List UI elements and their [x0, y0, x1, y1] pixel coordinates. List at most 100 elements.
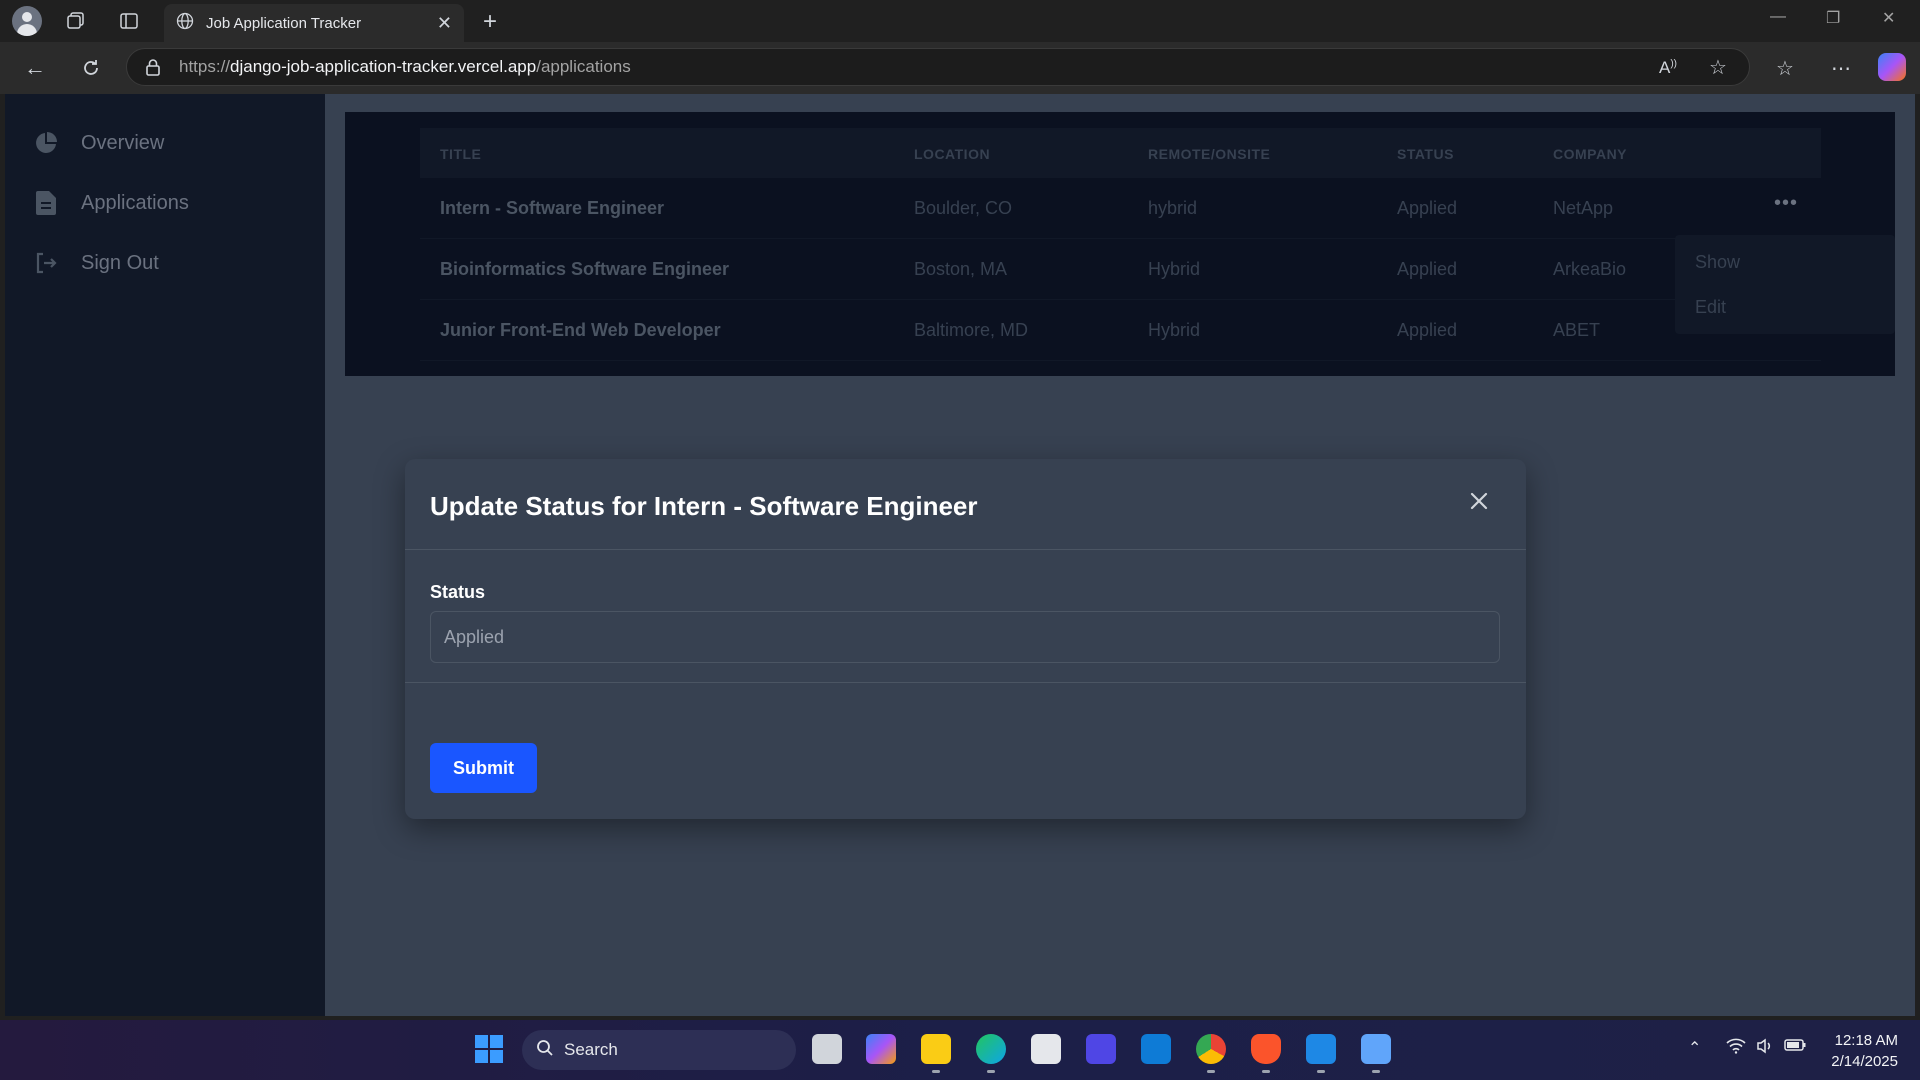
running-indicator: [1207, 1070, 1215, 1073]
url-text: https://django-job-application-tracker.v…: [179, 57, 631, 76]
chrome-icon[interactable]: [1196, 1034, 1226, 1064]
refresh-icon[interactable]: [78, 55, 104, 81]
running-indicator: [1372, 1070, 1380, 1073]
cell-company: ABET: [1553, 320, 1601, 340]
cell-company: NetApp: [1553, 198, 1614, 218]
running-indicator: [932, 1070, 940, 1073]
favorites-icon[interactable]: ☆: [1772, 55, 1798, 81]
cell-title: Junior Front-End Web Developer: [440, 320, 721, 340]
app-icon[interactable]: [1086, 1034, 1116, 1064]
table-row[interactable]: Intern - Software Engineer Boulder, CO h…: [420, 178, 1821, 239]
cell-status: Applied: [1397, 259, 1458, 279]
close-icon[interactable]: [1467, 489, 1491, 513]
windows-start-icon[interactable]: [474, 1034, 504, 1064]
document-icon: [33, 190, 59, 216]
running-indicator: [987, 1070, 995, 1073]
column-header-location: LOCATION: [914, 146, 991, 162]
sidebar-item-overview[interactable]: Overview: [33, 130, 164, 156]
column-header-status: STATUS: [1397, 146, 1454, 162]
running-indicator: [1317, 1070, 1325, 1073]
chart-pie-icon: [33, 130, 59, 156]
browser-tab-active[interactable]: Job Application Tracker ✕: [164, 4, 464, 42]
table-header: TITLE LOCATION REMOTE/ONSITE STATUS COMP…: [420, 128, 1821, 178]
edge-icon[interactable]: [976, 1034, 1006, 1064]
tab-title: Job Application Tracker: [206, 14, 362, 32]
running-indicator: [1262, 1070, 1270, 1073]
web-page: Overview Applications Sign Out TITLE LOC…: [5, 94, 1915, 1016]
store-icon[interactable]: [1031, 1034, 1061, 1064]
cell-title: Intern - Software Engineer: [440, 198, 665, 218]
modal-header: Update Status for Intern - Software Engi…: [405, 459, 1526, 550]
table-row[interactable]: Junior Front-End Web Developer Baltimore…: [420, 300, 1821, 361]
cell-title: Bioinformatics Software Engineer: [440, 259, 730, 279]
chevron-up-icon[interactable]: ⌃: [1688, 1038, 1701, 1058]
system-clock[interactable]: 12:18 AM 2/14/2025: [1831, 1030, 1898, 1072]
row-actions-icon[interactable]: •••: [1774, 192, 1798, 215]
brave-icon[interactable]: [1251, 1034, 1281, 1064]
clock-time: 12:18 AM: [1834, 1032, 1898, 1049]
browser-tab-bar: Job Application Tracker ✕ + — ❐ ✕: [0, 0, 1920, 42]
cell-remote: Hybrid: [1148, 320, 1201, 340]
copilot-icon[interactable]: [1878, 53, 1906, 81]
column-header-title: TITLE: [440, 146, 482, 162]
sidebar-item-sign-out[interactable]: Sign Out: [33, 250, 159, 276]
row-actions-menu: Show Edit: [1675, 235, 1895, 334]
close-window-icon[interactable]: ✕: [1882, 8, 1895, 28]
address-bar[interactable]: https://django-job-application-tracker.v…: [126, 48, 1750, 86]
outlook-icon[interactable]: [1141, 1034, 1171, 1064]
sidebar-item-applications[interactable]: Applications: [33, 190, 189, 216]
close-tab-icon[interactable]: ✕: [437, 13, 452, 34]
status-input[interactable]: [430, 611, 1500, 663]
cell-remote: Hybrid: [1148, 259, 1201, 279]
cell-location: Baltimore, MD: [914, 320, 1029, 340]
column-header-remote: REMOTE/ONSITE: [1148, 146, 1271, 162]
status-label: Status: [430, 582, 486, 602]
task-view-icon[interactable]: [812, 1034, 842, 1064]
sidebar: Overview Applications Sign Out: [5, 94, 325, 1016]
back-icon[interactable]: ←: [22, 55, 48, 81]
cell-location: Boston, MA: [914, 259, 1008, 279]
column-header-company: COMPANY: [1553, 146, 1628, 162]
modal-title: Update Status for Intern - Software Engi…: [430, 491, 978, 521]
sign-out-icon: [33, 250, 59, 276]
copilot-app-icon[interactable]: [866, 1034, 896, 1064]
restore-icon[interactable]: ❐: [1826, 8, 1840, 28]
table-row[interactable]: Bioinformatics Software Engineer Boston,…: [420, 239, 1821, 300]
wifi-icon[interactable]: [1726, 1038, 1746, 1059]
cell-remote: hybrid: [1148, 198, 1198, 218]
sidebar-item-label: Applications: [81, 191, 189, 214]
volume-icon[interactable]: [1756, 1038, 1774, 1059]
taskbar-search[interactable]: Search: [522, 1030, 796, 1070]
favorite-star-icon[interactable]: ☆: [1709, 55, 1727, 80]
clock-date: 2/14/2025: [1831, 1053, 1898, 1070]
lock-icon[interactable]: [145, 58, 161, 76]
workspaces-icon[interactable]: [64, 9, 88, 33]
taskbar: Search ⌃ 12:18 AM 2/14/2025: [0, 1020, 1920, 1080]
modal-body: Status: [405, 550, 1526, 683]
applications-table: TITLE LOCATION REMOTE/ONSITE STATUS COMP…: [345, 112, 1895, 376]
submit-button[interactable]: Submit: [430, 743, 537, 793]
read-aloud-icon[interactable]: A)): [1659, 58, 1677, 78]
update-status-modal: Update Status for Intern - Software Engi…: [405, 459, 1526, 819]
cell-status: Applied: [1397, 198, 1458, 218]
battery-icon[interactable]: [1784, 1038, 1806, 1057]
notepad-icon[interactable]: [1361, 1034, 1391, 1064]
cell-location: Boulder, CO: [914, 198, 1013, 218]
search-label: Search: [564, 1040, 618, 1059]
more-options-icon[interactable]: ⋯: [1826, 55, 1856, 81]
menu-item-edit[interactable]: Edit: [1695, 297, 1726, 318]
sidebar-item-label: Overview: [81, 131, 165, 154]
vscode-icon[interactable]: [1306, 1034, 1336, 1064]
address-bar-row: ← https://django-job-application-tracker…: [0, 42, 1920, 94]
profile-avatar-icon[interactable]: [12, 6, 42, 36]
file-explorer-icon[interactable]: [921, 1034, 951, 1064]
minimize-icon[interactable]: —: [1770, 8, 1786, 26]
cell-status: Applied: [1397, 320, 1458, 340]
globe-icon: [176, 12, 194, 35]
sidebar-item-label: Sign Out: [81, 251, 159, 274]
menu-item-show[interactable]: Show: [1695, 252, 1740, 273]
cell-company: ArkeaBio: [1553, 259, 1627, 279]
new-tab-icon[interactable]: +: [476, 8, 504, 36]
vertical-tabs-icon[interactable]: [117, 9, 141, 33]
search-icon: [536, 1039, 554, 1062]
